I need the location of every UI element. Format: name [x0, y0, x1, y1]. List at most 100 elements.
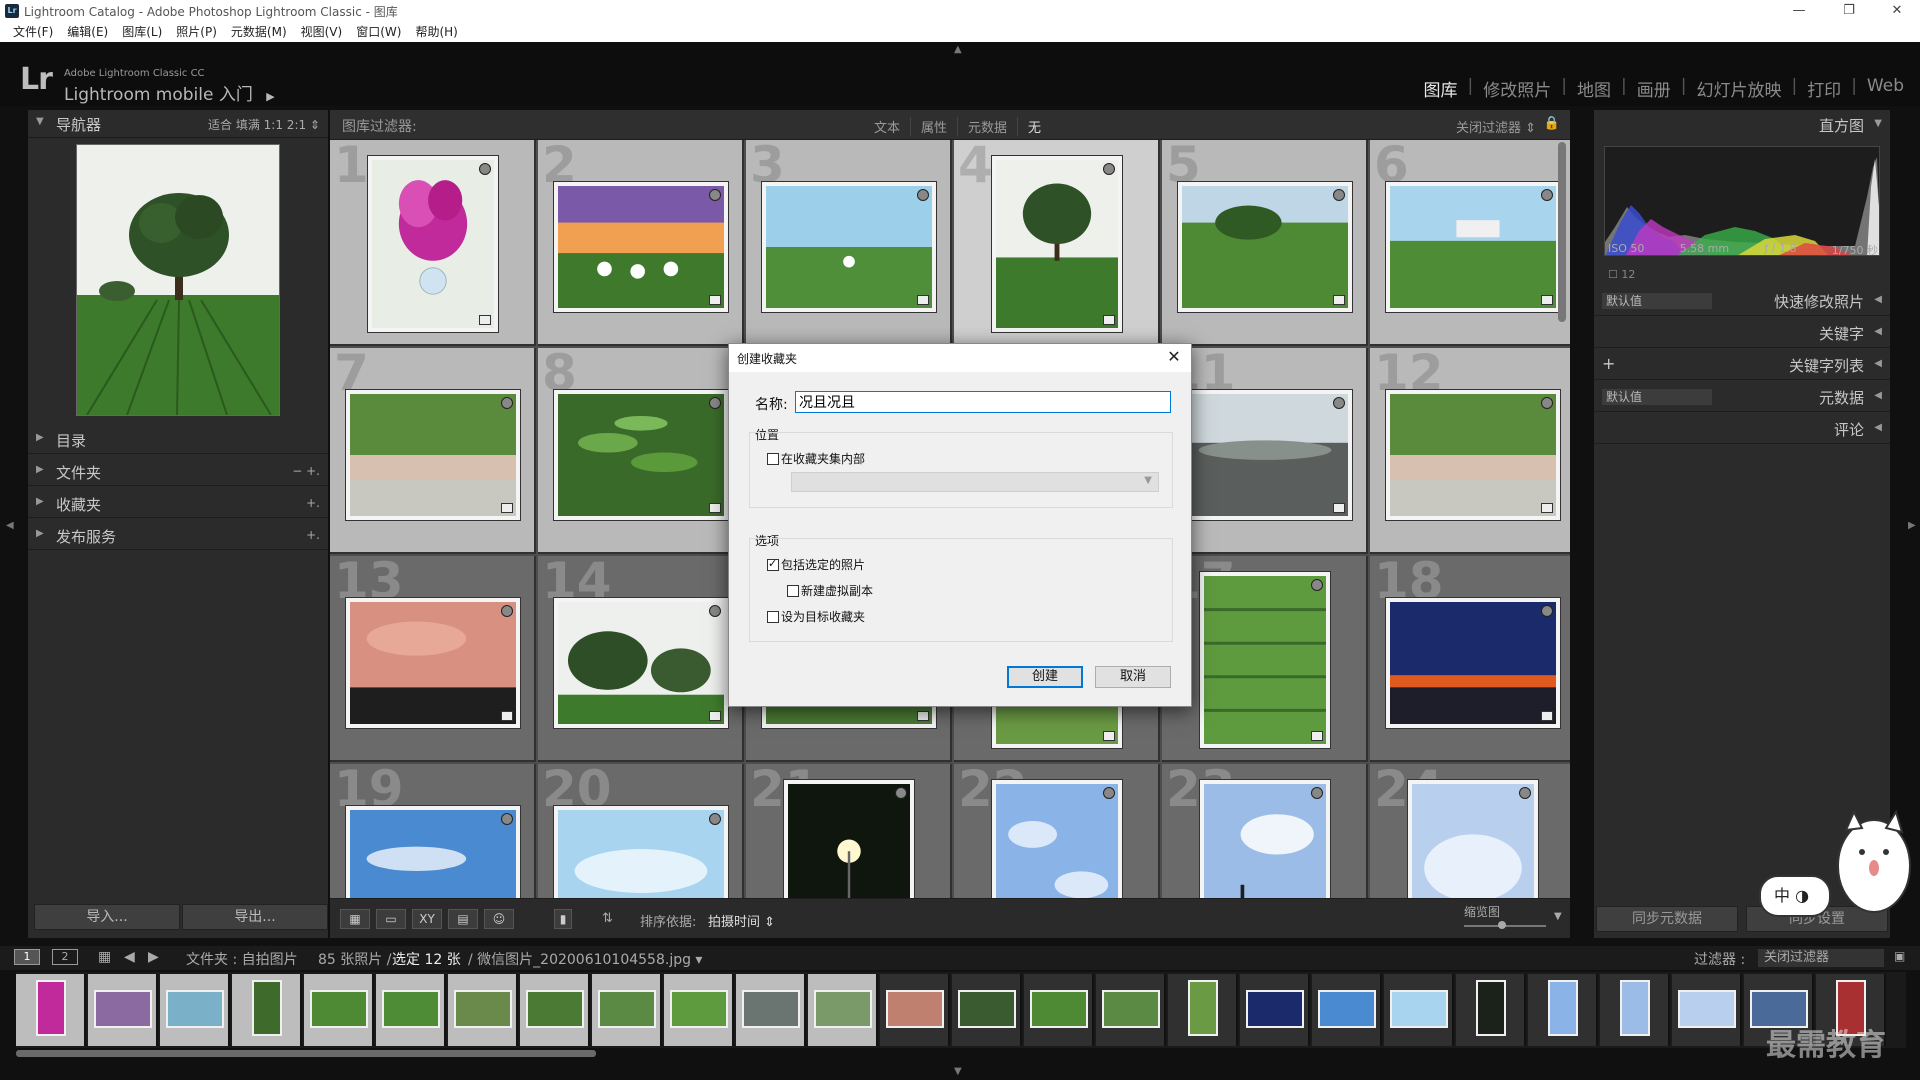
- grid-cell[interactable]: 24: [1370, 764, 1570, 898]
- filmstrip-thumbnail[interactable]: [94, 990, 152, 1028]
- photo-thumbnail[interactable]: [1200, 572, 1330, 748]
- filter-metadata[interactable]: 元数据: [958, 117, 1019, 136]
- menu-window[interactable]: 窗口(W): [349, 22, 408, 42]
- filmstrip-thumbnail[interactable]: [1476, 980, 1506, 1036]
- filmstrip-thumbnail[interactable]: [252, 980, 282, 1036]
- current-filename[interactable]: / 微信图片_20200610104558.jpg ▾: [468, 949, 702, 969]
- quick-collection-icon[interactable]: [1333, 397, 1345, 409]
- filmstrip-thumbnail[interactable]: [1548, 980, 1578, 1036]
- grid-cell[interactable]: 1: [330, 140, 536, 346]
- keyword-list-header[interactable]: + 关键字列表 ◀: [1594, 350, 1890, 380]
- quick-collection-icon[interactable]: [1541, 397, 1553, 409]
- grid-view-icon[interactable]: ▦: [340, 909, 370, 929]
- back-arrow-icon[interactable]: ◀: [124, 949, 135, 965]
- filmstrip-cell[interactable]: [376, 974, 446, 1046]
- filmstrip-cell[interactable]: [880, 974, 950, 1046]
- quick-collection-icon[interactable]: [917, 189, 929, 201]
- filmstrip-thumbnail[interactable]: [382, 990, 440, 1028]
- menu-metadata[interactable]: 元数据(M): [224, 22, 294, 42]
- menu-view[interactable]: 视图(V): [294, 22, 350, 42]
- filmstrip-cell[interactable]: [952, 974, 1022, 1046]
- module-print[interactable]: 打印: [1799, 76, 1849, 101]
- filmstrip-cell[interactable]: [1240, 974, 1310, 1046]
- filmstrip-thumbnail[interactable]: [454, 990, 512, 1028]
- grid-icon[interactable]: ▦: [98, 949, 111, 965]
- photo-thumbnail[interactable]: [554, 598, 728, 728]
- histogram-header[interactable]: 直方图 ▼: [1594, 110, 1890, 140]
- quick-develop-header[interactable]: 默认值 快速修改照片 ◀: [1594, 286, 1890, 316]
- grid-cell[interactable]: 12: [1370, 348, 1570, 554]
- navigator-preview[interactable]: [76, 144, 280, 416]
- photo-thumbnail[interactable]: [346, 598, 520, 728]
- filmstrip-cell[interactable]: [664, 974, 734, 1046]
- cancel-button[interactable]: 取消: [1095, 666, 1171, 688]
- grid-cell[interactable]: 23: [1162, 764, 1368, 898]
- quick-collection-icon[interactable]: [1311, 579, 1323, 591]
- folders-header[interactable]: ▶ 文件夹 − +.: [28, 458, 328, 486]
- filmstrip-cell[interactable]: [232, 974, 302, 1046]
- grid-cell[interactable]: 14: [538, 556, 744, 762]
- filmstrip-thumbnail[interactable]: [1390, 990, 1448, 1028]
- forward-arrow-icon[interactable]: ▶: [148, 949, 159, 965]
- spray-can-icon[interactable]: ▮: [554, 909, 572, 929]
- module-book[interactable]: 画册: [1629, 76, 1679, 101]
- secondary-monitor-button[interactable]: 2: [52, 949, 78, 965]
- lightroom-mobile-link[interactable]: Lightroom mobile 入门 ▶: [64, 80, 275, 105]
- filmstrip-thumbnail[interactable]: [1620, 980, 1650, 1036]
- filmstrip-thumbnail[interactable]: [1102, 990, 1160, 1028]
- filter-none[interactable]: 无: [1018, 117, 1051, 136]
- filmstrip-cell[interactable]: [1672, 974, 1742, 1046]
- inside-collection-set-checkbox[interactable]: 在收藏夹集内部: [767, 450, 865, 467]
- restore-button[interactable]: ❐: [1826, 0, 1872, 22]
- minimize-button[interactable]: —: [1776, 0, 1822, 22]
- grid-cell[interactable]: 18: [1370, 556, 1570, 762]
- filmstrip-thumbnail[interactable]: [1678, 990, 1736, 1028]
- menu-photo[interactable]: 照片(P): [169, 22, 224, 42]
- histogram-chart[interactable]: [1604, 146, 1880, 256]
- filmstrip-cell[interactable]: [1384, 974, 1454, 1046]
- filter-text[interactable]: 文本: [864, 117, 912, 136]
- filmstrip-thumbnail[interactable]: [1318, 990, 1376, 1028]
- dialog-close-icon[interactable]: ✕: [1163, 346, 1185, 368]
- filmstrip-thumbnail[interactable]: [526, 990, 584, 1028]
- quick-collection-icon[interactable]: [1103, 787, 1115, 799]
- photo-thumbnail[interactable]: [1178, 182, 1352, 312]
- photo-thumbnail[interactable]: [1408, 780, 1538, 898]
- filmstrip-filter-dropdown[interactable]: 关闭过滤器: [1758, 949, 1884, 967]
- photo-thumbnail[interactable]: [992, 156, 1122, 332]
- left-panel-toggle-icon[interactable]: ◀: [6, 520, 14, 531]
- photo-thumbnail[interactable]: [762, 182, 936, 312]
- photo-thumbnail[interactable]: [1386, 390, 1560, 520]
- filmstrip-cell[interactable]: [304, 974, 374, 1046]
- quick-collection-icon[interactable]: [501, 605, 513, 617]
- filmstrip-cell[interactable]: [1096, 974, 1166, 1046]
- comments-header[interactable]: 评论 ◀: [1594, 414, 1890, 444]
- slider-thumb[interactable]: [1498, 921, 1506, 929]
- quick-collection-icon[interactable]: [895, 787, 907, 799]
- menu-edit[interactable]: 编辑(E): [60, 22, 115, 42]
- folders-add-remove[interactable]: − +.: [292, 464, 320, 478]
- filmstrip-cell[interactable]: [736, 974, 806, 1046]
- module-develop[interactable]: 修改照片: [1475, 76, 1559, 101]
- photo-thumbnail[interactable]: [368, 156, 498, 332]
- filmstrip-thumbnail[interactable]: [36, 980, 66, 1036]
- sort-dropdown[interactable]: 拍摄时间 ⇕: [708, 911, 775, 930]
- filmstrip-thumbnail[interactable]: [1188, 980, 1218, 1036]
- quick-collection-icon[interactable]: [709, 189, 721, 201]
- navigator-header[interactable]: ▼ 导航器 适合 填满 1:1 2:1 ⇕: [28, 110, 328, 138]
- filter-preset-dropdown[interactable]: 关闭过滤器 ⇕: [1456, 117, 1536, 136]
- filmstrip-thumbnail[interactable]: [310, 990, 368, 1028]
- photo-thumbnail[interactable]: [554, 390, 728, 520]
- quick-collection-icon[interactable]: [1541, 189, 1553, 201]
- grid-cell[interactable]: 8: [538, 348, 744, 554]
- grid-cell[interactable]: 4: [954, 140, 1160, 346]
- quick-collection-icon[interactable]: [709, 605, 721, 617]
- loupe-view-icon[interactable]: ▭: [376, 909, 406, 929]
- source-path[interactable]: 文件夹 : 自拍图片: [186, 949, 298, 969]
- grid-cell[interactable]: 20: [538, 764, 744, 898]
- photo-thumbnail[interactable]: [346, 806, 520, 898]
- filmstrip-thumbnail[interactable]: [670, 990, 728, 1028]
- menu-library[interactable]: 图库(L): [115, 22, 169, 42]
- filmstrip-thumbnail[interactable]: [1030, 990, 1088, 1028]
- grid-cell[interactable]: 5: [1162, 140, 1368, 346]
